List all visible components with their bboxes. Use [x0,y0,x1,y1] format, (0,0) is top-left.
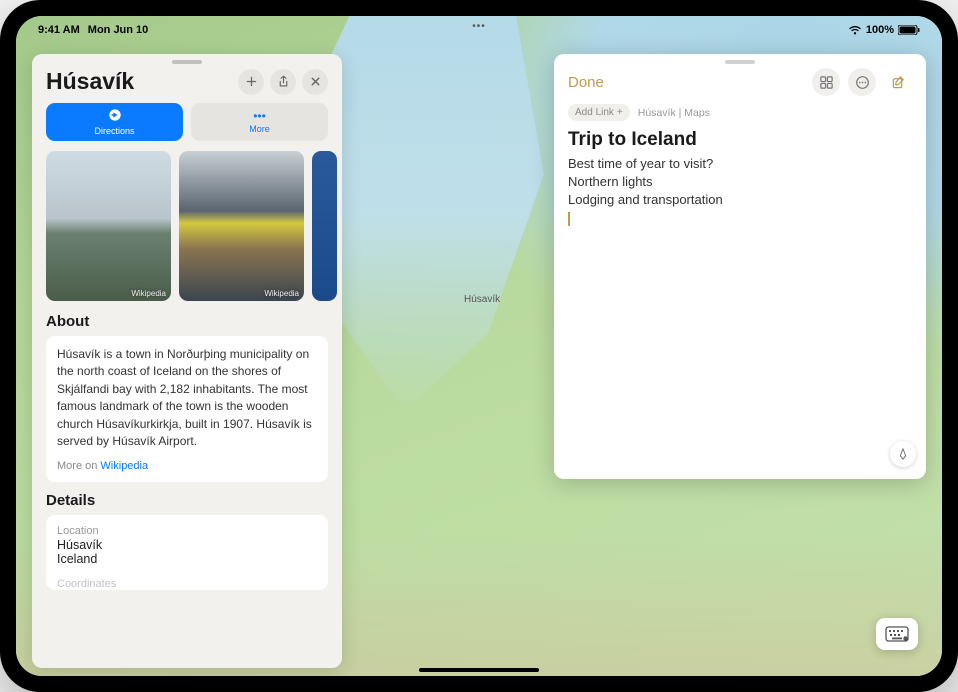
wifi-icon [848,25,862,35]
close-icon [309,75,322,88]
compose-icon [891,75,906,90]
breadcrumb[interactable]: Húsavík | Maps [638,107,710,119]
pencil-tip-icon [896,447,910,461]
about-box: Húsavík is a town in Norðurþing municipa… [46,336,328,482]
status-right: 100% [848,24,920,36]
gallery-icon [819,75,834,90]
notes-overlay: Done Add Link + Húsavík | Maps [554,54,926,479]
more-actions-button[interactable] [848,68,876,96]
note-title: Trip to Iceland [568,129,912,151]
share-icon [277,75,290,88]
status-time: 9:41 AM [38,24,80,36]
about-text: Húsavík is a town in Norðurþing municipa… [57,346,317,450]
more-icon: ••• [253,110,266,122]
coordinates-label: Coordinates [57,578,317,590]
keyboard-button[interactable] [876,618,918,650]
note-line: Lodging and transportation [568,191,912,209]
gallery-button[interactable] [812,68,840,96]
ellipsis-circle-icon [855,75,870,90]
add-button[interactable] [238,69,264,95]
text-cursor [568,212,570,226]
add-link-button[interactable]: Add Link + [568,104,630,121]
directions-label: Directions [94,126,134,136]
more-on-link[interactable]: More on Wikipedia [57,460,317,472]
place-title: Húsavík [46,68,232,95]
battery-percent: 100% [866,24,894,36]
location-value: Húsavík Iceland [57,538,317,566]
location-label: Location [57,525,317,537]
place-photo[interactable]: Wikipedia [46,151,171,301]
directions-button[interactable]: Directions [46,103,183,141]
photo-strip[interactable]: Wikipedia Wikipedia [32,151,342,313]
more-label: More [249,124,270,134]
multitask-dots-icon[interactable]: ••• [472,21,486,32]
done-button[interactable]: Done [568,74,804,91]
status-date: Mon Jun 10 [88,24,149,36]
keyboard-icon [885,626,909,642]
photo-credit: Wikipedia [131,289,166,298]
photo-credit: Wikipedia [264,289,299,298]
note-line: Northern lights [568,173,912,191]
note-line: Best time of year to visit? [568,155,912,173]
share-button[interactable] [270,69,296,95]
about-heading: About [46,313,328,330]
home-indicator[interactable] [419,668,539,672]
plus-icon [245,75,258,88]
close-button[interactable] [302,69,328,95]
map-city-label: Húsavík [464,294,500,305]
more-button[interactable]: ••• More [191,103,328,141]
battery-icon [898,25,920,35]
details-box: Location Húsavík Iceland Coordinates [46,515,328,590]
markup-button[interactable] [890,441,916,467]
maps-place-card: Húsavík Directions [32,54,342,668]
plus-icon: + [617,107,623,118]
place-photo[interactable] [312,151,337,301]
compose-button[interactable] [884,68,912,96]
place-photo[interactable]: Wikipedia [179,151,304,301]
drag-handle[interactable] [172,60,202,64]
directions-icon [108,108,122,124]
note-editor[interactable]: Trip to Iceland Best time of year to vis… [554,127,926,479]
details-heading: Details [46,492,328,509]
